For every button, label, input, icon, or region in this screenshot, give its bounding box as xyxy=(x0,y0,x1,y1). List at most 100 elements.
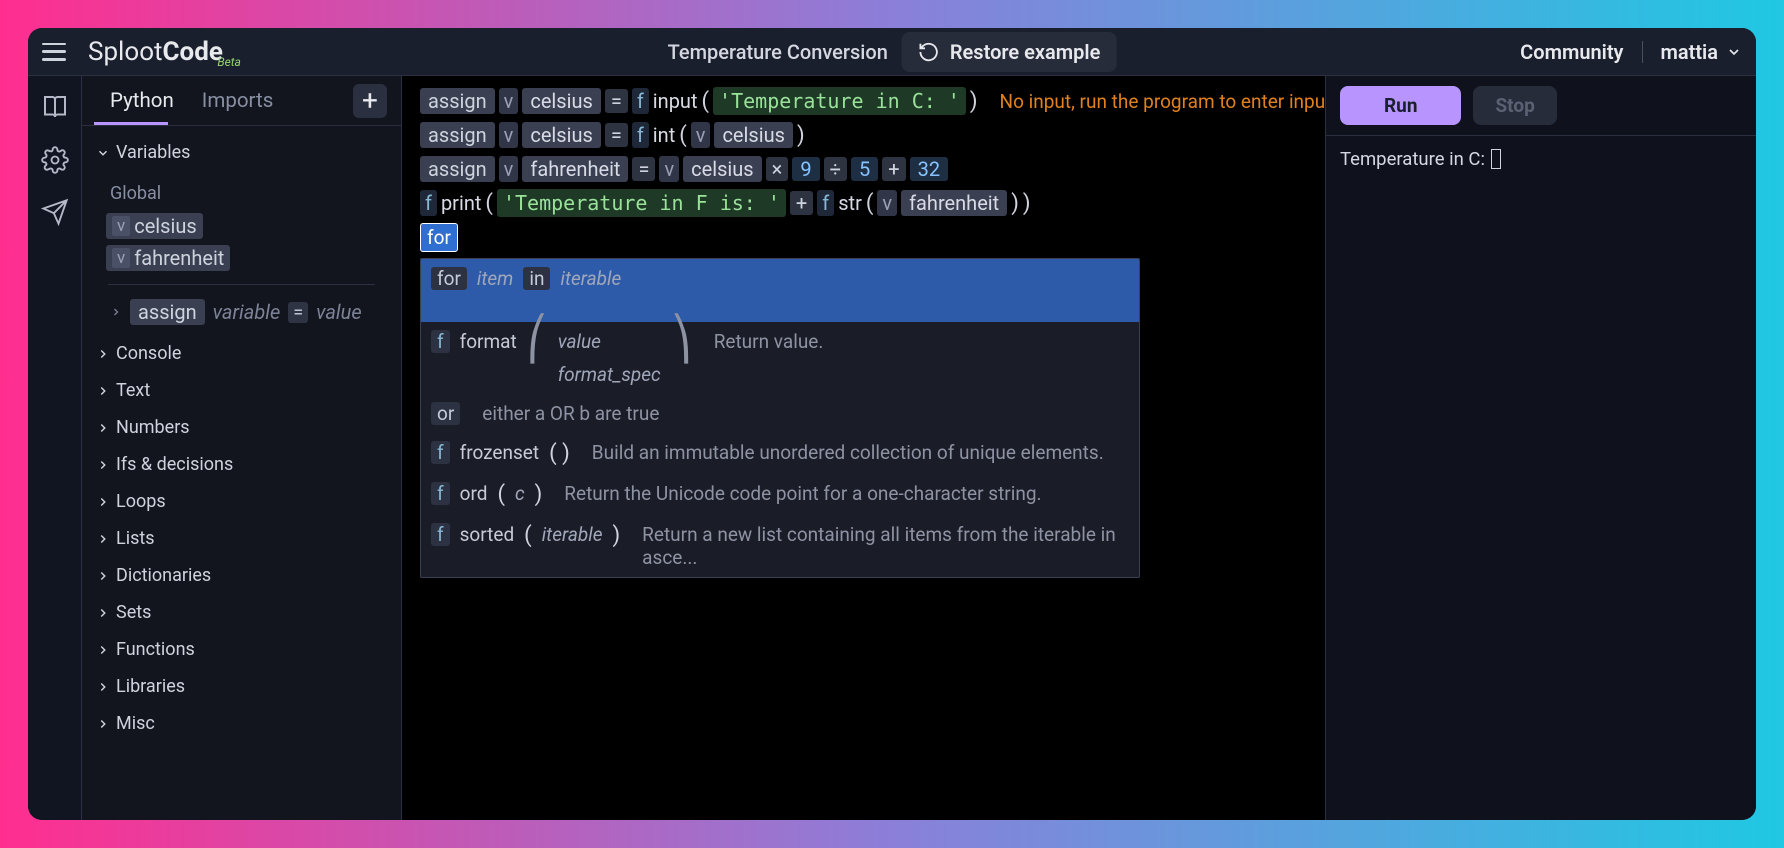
console-output[interactable]: Temperature in C: xyxy=(1326,135,1756,182)
brand-pre: Sploot xyxy=(88,37,163,67)
chevron-right-icon xyxy=(96,680,110,694)
suggestion-format[interactable]: f format ⎛ value format_spec ⎞ Return va… xyxy=(421,322,1139,394)
chevron-right-icon xyxy=(96,421,110,435)
assign-keyword: assign xyxy=(130,299,205,325)
section-libraries[interactable]: Libraries xyxy=(90,668,393,705)
suggestion-ord[interactable]: f ord( c) Return the Unicode code point … xyxy=(421,474,1139,515)
console-panel: Run Stop Temperature in C: xyxy=(1326,76,1756,820)
gear-icon[interactable] xyxy=(41,146,69,174)
sidebar-body: Variables Global vcelsius vfahrenheit as… xyxy=(82,126,401,820)
assign-val-placeholder: value xyxy=(316,300,362,324)
console-controls: Run Stop xyxy=(1326,76,1756,135)
chevron-right-icon xyxy=(96,606,110,620)
global-scope-label: Global xyxy=(106,177,377,210)
variables-list: Global vcelsius vfahrenheit assign varia… xyxy=(90,171,393,335)
section-label: Numbers xyxy=(116,417,190,438)
section-ifs-decisions[interactable]: Ifs & decisions xyxy=(90,446,393,483)
section-variables[interactable]: Variables xyxy=(90,134,393,171)
variable-tag: v xyxy=(112,216,130,236)
section-numbers[interactable]: Numbers xyxy=(90,409,393,446)
brand-logo[interactable]: SplootCode Beta xyxy=(88,37,223,67)
chevron-right-icon xyxy=(96,384,110,398)
tab-underline xyxy=(94,122,168,125)
chevron-right-icon xyxy=(96,347,110,361)
sidebar: Python Imports + Variables Global vcelsi… xyxy=(82,76,402,820)
code-line-editing[interactable]: for xyxy=(420,220,1315,254)
header-center: Temperature Conversion Restore example xyxy=(668,32,1117,72)
tab-imports[interactable]: Imports xyxy=(188,76,288,125)
section-console[interactable]: Console xyxy=(90,335,393,372)
section-label: Variables xyxy=(116,142,190,163)
autocomplete-popup: for item in iterable f format ⎛ value fo… xyxy=(420,258,1140,578)
variable-chip[interactable]: vcelsius xyxy=(106,213,203,239)
section-label: Libraries xyxy=(116,676,185,697)
book-open-icon[interactable] xyxy=(40,92,70,122)
user-name: mattia xyxy=(1661,40,1719,64)
user-menu[interactable]: mattia xyxy=(1661,40,1743,64)
section-functions[interactable]: Functions xyxy=(90,631,393,668)
app-window: SplootCode Beta Temperature Conversion R… xyxy=(28,28,1756,820)
suggestion-or[interactable]: or either a OR b are true xyxy=(421,394,1139,433)
section-loops[interactable]: Loops xyxy=(90,483,393,520)
editor-content: assign vcelsius = finput( 'Temperature i… xyxy=(420,84,1315,578)
code-line[interactable]: fprint( 'Temperature in F is: ' + fstr( … xyxy=(420,186,1315,220)
section-label: Text xyxy=(116,380,150,401)
section-sets[interactable]: Sets xyxy=(90,594,393,631)
chevron-right-icon xyxy=(96,458,110,472)
section-label: Functions xyxy=(116,639,195,660)
chevron-right-icon xyxy=(96,495,110,509)
chevron-down-icon xyxy=(1726,44,1742,60)
tab-python[interactable]: Python xyxy=(96,76,188,125)
section-lists[interactable]: Lists xyxy=(90,520,393,557)
restore-example-button[interactable]: Restore example xyxy=(902,32,1117,72)
section-label: Console xyxy=(116,343,181,364)
suggestion-frozenset[interactable]: f frozenset( ) Build an immutable unorde… xyxy=(421,433,1139,474)
code-line[interactable]: assign vcelsius = finput( 'Temperature i… xyxy=(420,84,1315,118)
brand-beta: Beta xyxy=(217,55,241,69)
app-header: SplootCode Beta Temperature Conversion R… xyxy=(28,28,1756,76)
chevron-right-icon xyxy=(110,306,122,318)
section-label: Ifs & decisions xyxy=(116,454,233,475)
variable-tag: v xyxy=(112,248,130,268)
run-button[interactable]: Run xyxy=(1340,86,1461,125)
section-label: Misc xyxy=(116,713,155,734)
section-label: Dictionaries xyxy=(116,565,211,586)
console-cursor xyxy=(1491,149,1501,169)
header-divider xyxy=(1642,41,1643,63)
section-label: Lists xyxy=(116,528,155,549)
section-text[interactable]: Text xyxy=(90,372,393,409)
code-editor[interactable]: assign vcelsius = finput( 'Temperature i… xyxy=(402,76,1326,820)
send-icon[interactable] xyxy=(41,198,69,226)
console-output-text: Temperature in C: xyxy=(1340,148,1485,170)
header-right: Community mattia xyxy=(1520,40,1742,64)
divider xyxy=(108,284,375,285)
typing-input[interactable]: for xyxy=(420,223,458,252)
add-button[interactable]: + xyxy=(353,84,387,118)
stop-button[interactable]: Stop xyxy=(1473,86,1556,125)
chevron-down-icon xyxy=(96,146,110,160)
variable-chip[interactable]: vfahrenheit xyxy=(106,245,230,271)
sidebar-tabs: Python Imports + xyxy=(82,76,401,126)
suggestion-for[interactable]: for item in iterable xyxy=(421,259,1139,322)
project-title: Temperature Conversion xyxy=(668,40,888,64)
restore-icon xyxy=(918,41,940,63)
chevron-right-icon xyxy=(96,643,110,657)
input-hint: No input, run the program to enter inpu xyxy=(1000,90,1326,113)
community-link[interactable]: Community xyxy=(1520,40,1623,64)
icon-rail xyxy=(28,76,82,820)
hamburger-icon[interactable] xyxy=(42,43,66,61)
assign-template[interactable]: assign variable = value xyxy=(106,295,377,329)
restore-label: Restore example xyxy=(950,40,1101,64)
chevron-right-icon xyxy=(96,532,110,546)
code-line[interactable]: assign vcelsius = fint( vcelsius ) xyxy=(420,118,1315,152)
section-dictionaries[interactable]: Dictionaries xyxy=(90,557,393,594)
chevron-right-icon xyxy=(96,569,110,583)
chevron-right-icon xyxy=(96,717,110,731)
brand-bold: Code xyxy=(163,37,223,67)
app-body: Python Imports + Variables Global vcelsi… xyxy=(28,76,1756,820)
suggestion-sorted[interactable]: f sorted( iterable) Return a new list co… xyxy=(421,515,1139,577)
code-line[interactable]: assign vfahrenheit = vcelsius × 9 ÷ 5 + … xyxy=(420,152,1315,186)
section-label: Sets xyxy=(116,602,151,623)
assign-var-placeholder: variable xyxy=(213,300,281,324)
section-misc[interactable]: Misc xyxy=(90,705,393,742)
